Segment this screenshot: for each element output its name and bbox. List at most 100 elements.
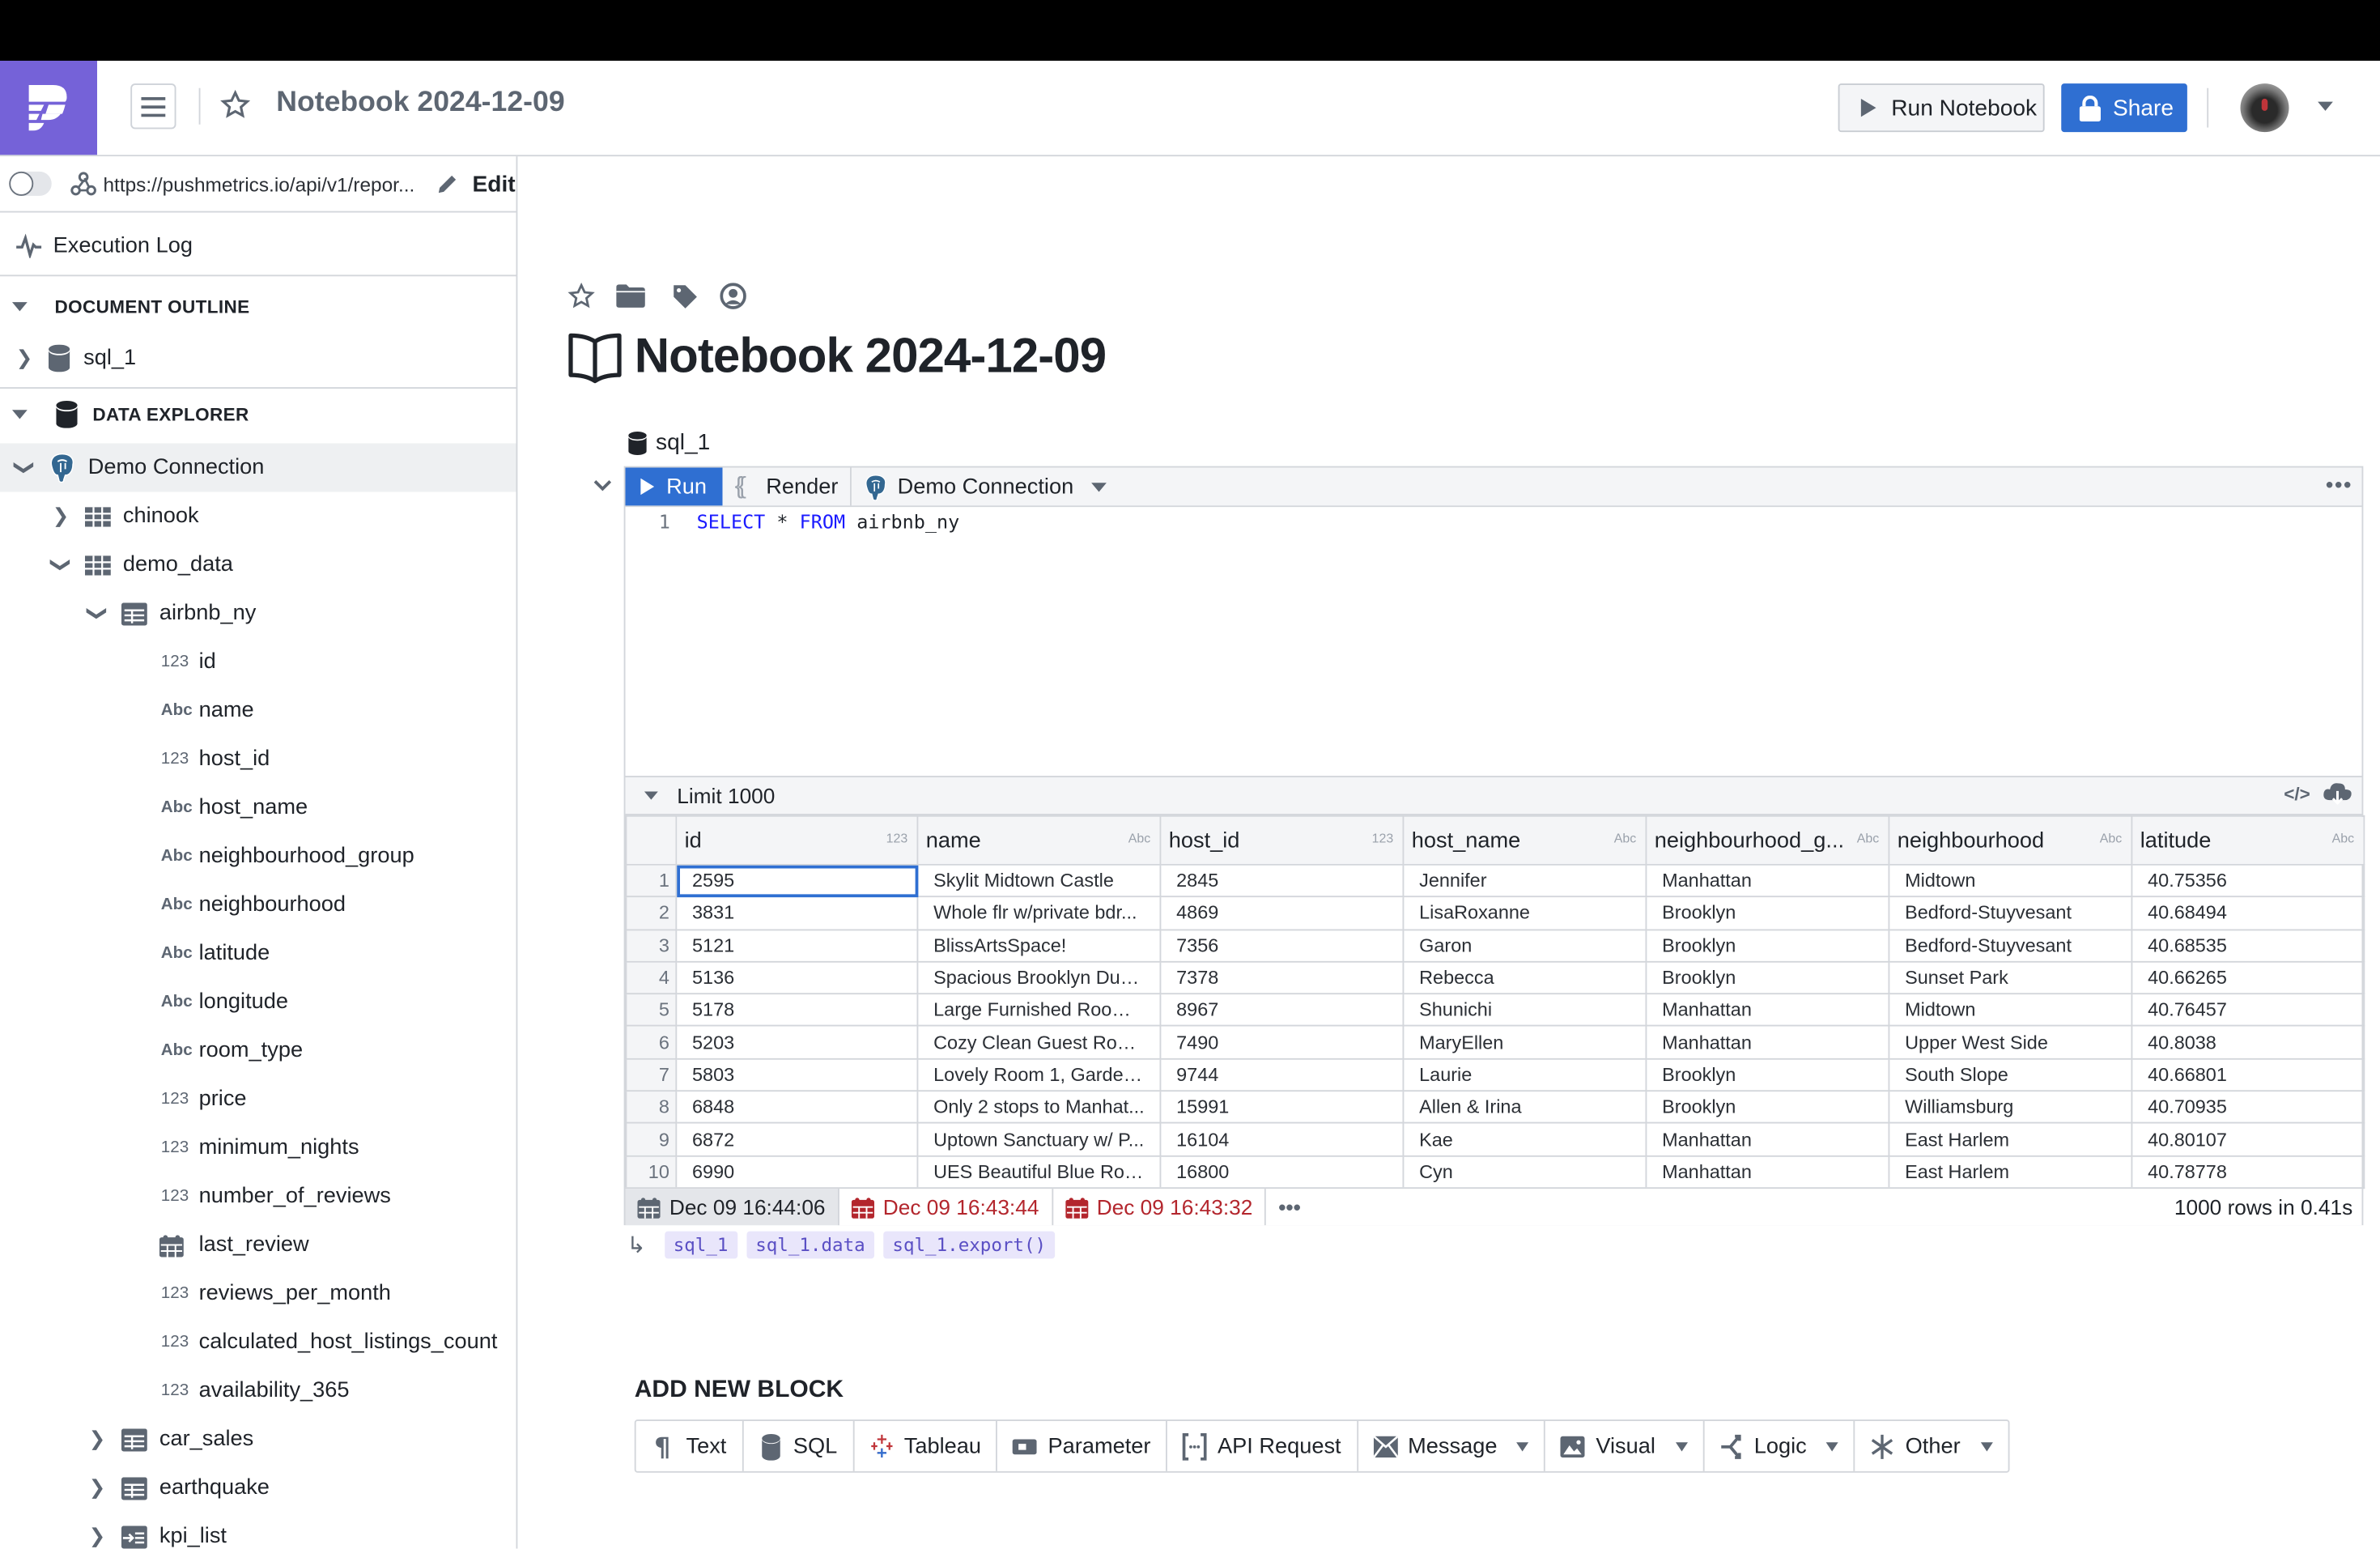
table-cell[interactable]: BlissArtsSpace! bbox=[916, 928, 1162, 963]
reference-chip[interactable]: sql_1.data bbox=[746, 1231, 874, 1259]
table-cell[interactable]: Jennifer bbox=[1402, 863, 1647, 898]
limit-select[interactable]: Limit 1000 bbox=[677, 784, 775, 808]
share-button[interactable]: Share bbox=[2061, 83, 2187, 133]
column-item[interactable]: last_review bbox=[0, 1228, 516, 1262]
table-item[interactable]: ❯ earthquake bbox=[0, 1471, 516, 1504]
chevron-right-icon[interactable]: ❯ bbox=[88, 1476, 107, 1500]
table-cell[interactable]: 9744 bbox=[1159, 1057, 1405, 1092]
column-item[interactable]: Abc name bbox=[0, 694, 516, 727]
column-header[interactable]: latitude Abc bbox=[2131, 815, 2365, 866]
table-cell[interactable]: Brooklyn bbox=[1645, 896, 1890, 930]
column-header[interactable]: host_name Abc bbox=[1402, 815, 1647, 866]
execution-log-link[interactable]: Execution Log bbox=[0, 229, 516, 262]
table-cell[interactable]: Skylit Midtown Castle bbox=[916, 863, 1162, 898]
column-item[interactable]: 123 availability_365 bbox=[0, 1374, 516, 1407]
column-item[interactable]: 123 id bbox=[0, 645, 516, 679]
add-block-api-request-button[interactable]: API Request bbox=[1167, 1421, 1358, 1471]
table-cell[interactable]: 5203 bbox=[675, 1025, 919, 1060]
table-cell[interactable]: Uptown Sanctuary w/ P... bbox=[916, 1122, 1162, 1157]
column-item[interactable]: 123 minimum_nights bbox=[0, 1131, 516, 1164]
data-explorer-header[interactable]: DATA EXPLORER bbox=[0, 398, 516, 431]
folder-icon[interactable] bbox=[616, 284, 645, 309]
add-block-parameter-button[interactable]: Parameter bbox=[998, 1421, 1168, 1471]
chevron-down-icon[interactable]: ❯ bbox=[85, 604, 109, 623]
run-notebook-button[interactable]: Run Notebook bbox=[1838, 83, 2045, 133]
column-item[interactable]: 123 price bbox=[0, 1083, 516, 1116]
chevron-down-icon[interactable]: ❯ bbox=[49, 555, 73, 574]
tag-icon[interactable] bbox=[673, 283, 699, 309]
add-block-text-button[interactable]: ¶ Text bbox=[636, 1421, 743, 1471]
table-cell[interactable]: Garon bbox=[1402, 928, 1647, 963]
block-name-label[interactable]: sql_1 bbox=[656, 430, 710, 456]
run-history-item[interactable]: Dec 09 16:43:44 bbox=[839, 1189, 1053, 1226]
table-cell[interactable]: 6872 bbox=[675, 1122, 919, 1157]
table-cell[interactable]: 15991 bbox=[1159, 1090, 1405, 1125]
add-block-sql-button[interactable]: SQL bbox=[743, 1421, 854, 1471]
table-cell[interactable]: 7356 bbox=[1159, 928, 1405, 963]
collapse-triangle-icon[interactable] bbox=[644, 791, 658, 800]
table-cell[interactable]: 2595 bbox=[675, 863, 919, 898]
table-cell[interactable]: 40.75356 bbox=[2131, 863, 2365, 898]
star-icon[interactable] bbox=[567, 282, 595, 310]
table-cell[interactable]: 6848 bbox=[675, 1090, 919, 1125]
table-item[interactable]: ❯ car_sales bbox=[0, 1423, 516, 1456]
table-cell[interactable]: Lovely Room 1, Garden, ... bbox=[916, 1057, 1162, 1092]
table-cell[interactable]: 40.66801 bbox=[2131, 1057, 2365, 1092]
notebook-title[interactable]: Notebook 2024-12-09 bbox=[276, 87, 564, 120]
table-cell[interactable]: 5121 bbox=[675, 928, 919, 963]
table-cell[interactable]: Midtown bbox=[1888, 863, 2133, 898]
table-cell[interactable]: 4869 bbox=[1159, 896, 1405, 930]
column-item[interactable]: 123 number_of_reviews bbox=[0, 1180, 516, 1213]
table-cell[interactable]: Only 2 stops to Manhat... bbox=[916, 1090, 1162, 1125]
column-header[interactable]: name Abc bbox=[916, 815, 1162, 866]
chevron-down-icon[interactable]: ❯ bbox=[12, 458, 36, 477]
reference-chip[interactable]: sql_1.export() bbox=[883, 1231, 1056, 1259]
code-editor[interactable]: 1 SELECT * FROM airbnb_ny bbox=[625, 507, 2362, 773]
code-line[interactable]: SELECT * FROM airbnb_ny bbox=[697, 510, 960, 533]
table-cell[interactable]: Bedford-Stuyvesant bbox=[1888, 928, 2133, 963]
table-cell[interactable]: 5136 bbox=[675, 960, 919, 995]
edit-button[interactable]: Edit bbox=[473, 171, 516, 197]
table-cell[interactable]: 16104 bbox=[1159, 1122, 1405, 1157]
webhook-url[interactable]: https://pushmetrics.io/api/v1/repor... bbox=[104, 172, 415, 195]
pushmetrics-logo[interactable] bbox=[0, 61, 97, 155]
add-block-message-button[interactable]: Message bbox=[1358, 1421, 1546, 1471]
cloud-download-icon[interactable] bbox=[2323, 782, 2353, 806]
table-cell[interactable]: Brooklyn bbox=[1645, 1057, 1890, 1092]
render-button[interactable]: {{ Render bbox=[723, 467, 852, 506]
column-item[interactable]: Abc longitude bbox=[0, 985, 516, 1019]
table-cell[interactable]: Manhattan bbox=[1645, 1155, 1890, 1189]
add-block-other-button[interactable]: Other bbox=[1855, 1421, 2008, 1471]
table-cell[interactable]: MaryEllen bbox=[1402, 1025, 1647, 1060]
code-view-icon[interactable]: </> bbox=[2284, 784, 2310, 805]
table-cell[interactable]: Manhattan bbox=[1645, 863, 1890, 898]
column-header[interactable]: id 123 bbox=[675, 815, 919, 866]
table-cell[interactable]: Laurie bbox=[1402, 1057, 1647, 1092]
table-cell[interactable]: 6990 bbox=[675, 1155, 919, 1189]
chevron-right-icon[interactable]: ❯ bbox=[15, 347, 34, 371]
table-cell[interactable]: 40.70935 bbox=[2131, 1090, 2365, 1125]
table-cell[interactable]: Shunichi bbox=[1402, 993, 1647, 1028]
outline-item[interactable]: ❯ sql_1 bbox=[0, 342, 516, 375]
table-cell[interactable]: 40.66265 bbox=[2131, 960, 2365, 995]
column-item[interactable]: 123 calculated_host_listings_count bbox=[0, 1326, 516, 1359]
column-item[interactable]: Abc neighbourhood_group bbox=[0, 840, 516, 873]
schema-item[interactable]: ❯ demo_data bbox=[0, 548, 516, 581]
user-avatar[interactable] bbox=[2240, 83, 2289, 133]
table-cell[interactable]: 8967 bbox=[1159, 993, 1405, 1028]
table-cell[interactable]: Whole flr w/private bdr... bbox=[916, 896, 1162, 930]
table-cell[interactable]: South Slope bbox=[1888, 1057, 2133, 1092]
document-title-text[interactable]: Notebook 2024-12-09 bbox=[635, 328, 1107, 384]
table-cell[interactable]: 2845 bbox=[1159, 863, 1405, 898]
block-collapse-button[interactable] bbox=[593, 472, 612, 496]
schema-item[interactable]: ❯ chinook bbox=[0, 500, 516, 533]
table-cell[interactable]: Rebecca bbox=[1402, 960, 1647, 995]
table-cell[interactable]: 7378 bbox=[1159, 960, 1405, 995]
column-header[interactable]: neighbourhood_g... Abc bbox=[1645, 815, 1890, 866]
table-cell[interactable]: Manhattan bbox=[1645, 993, 1890, 1028]
run-history-item[interactable]: Dec 09 16:43:32 bbox=[1052, 1189, 1267, 1226]
connection-select[interactable]: Demo Connection bbox=[852, 468, 1119, 506]
table-cell[interactable]: 40.68494 bbox=[2131, 896, 2365, 930]
table-cell[interactable]: 3831 bbox=[675, 896, 919, 930]
table-cell[interactable]: Spacious Brooklyn Dupl... bbox=[916, 960, 1162, 995]
